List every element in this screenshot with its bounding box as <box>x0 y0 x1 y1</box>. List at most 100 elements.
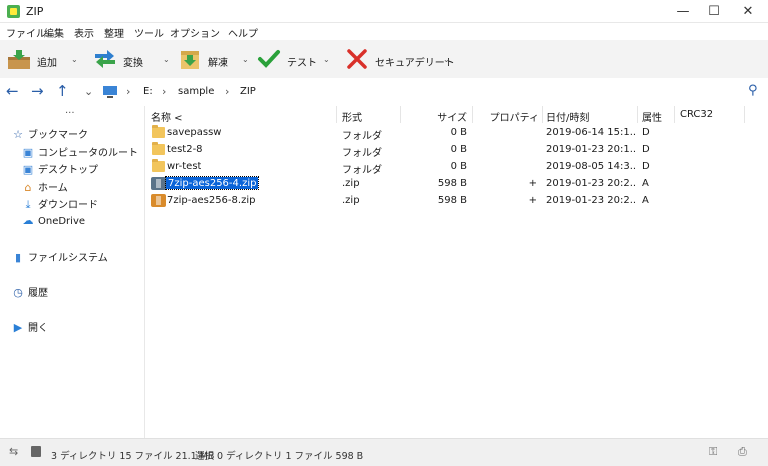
file-size: 0 B <box>450 161 467 172</box>
column-separator[interactable] <box>542 106 543 123</box>
extract-label: 解凍 <box>208 58 228 69</box>
add-archive-icon <box>8 50 30 69</box>
print-icon[interactable]: ⎙ <box>738 445 747 459</box>
sidebar-history-label: 履歴 <box>28 288 48 299</box>
file-date: 2019-08-05 14:3... <box>546 161 636 172</box>
search-icon[interactable]: ⚲ <box>748 83 758 98</box>
split-view-icon[interactable]: ⇆ <box>9 445 18 458</box>
file-type: .zip <box>342 178 360 189</box>
forward-arrow-icon[interactable]: → <box>31 82 44 100</box>
sidebar-filesystem[interactable]: ▮ ファイルシステム <box>12 249 108 265</box>
column-separator[interactable] <box>336 106 337 123</box>
app-icon <box>7 5 20 18</box>
maximize-button[interactable]: ☐ <box>697 0 731 23</box>
sidebar-item-computer-root[interactable]: ▣ コンピュータのルート <box>22 144 138 160</box>
sidebar-bookmarks[interactable]: ☆ ブックマーク <box>12 126 88 142</box>
sidebar-item-label: デスクトップ <box>38 165 98 176</box>
sidebar-bookmarks-label: ブックマーク <box>28 130 88 141</box>
column-separator[interactable] <box>744 106 745 123</box>
test-button[interactable]: テスト ⌄ <box>257 46 335 72</box>
file-date: 2019-01-23 20:2... <box>546 178 636 189</box>
status-selection: 選択 0 ディレクトリ 1 ファイル 598 B <box>195 451 364 462</box>
sidebar-more-icon[interactable]: ··· <box>65 108 75 124</box>
secure-delete-dropdown-icon[interactable]: ⌄ <box>443 55 450 64</box>
test-dropdown-icon[interactable]: ⌄ <box>323 55 330 64</box>
breadcrumb-zip[interactable]: ZIP <box>240 86 256 97</box>
sidebar-open[interactable]: ▶ 開く <box>12 319 48 335</box>
column-header-type[interactable]: 形式 <box>342 109 362 124</box>
breadcrumb-sample[interactable]: sample <box>178 86 214 97</box>
menu-help[interactable]: ヘルプ <box>228 25 258 40</box>
monitor-icon: ▣ <box>22 146 34 159</box>
table-row-selected[interactable]: 7zip-aes256-4.zip .zip 598 B + 2019-01-2… <box>145 175 768 192</box>
sidebar-item-label: ホーム <box>38 183 68 194</box>
file-type: フォルダ <box>342 165 382 176</box>
column-separator[interactable] <box>472 106 473 123</box>
play-icon: ▶ <box>13 321 23 334</box>
sidebar-item-label: コンピュータのルート <box>38 148 138 159</box>
sidebar: ··· ☆ ブックマーク ▣ コンピュータのルート ▣ デスクトップ ⌂ ホーム ⤓ ダウ… <box>0 106 145 438</box>
drive-icon: ▮ <box>14 251 22 264</box>
file-size: 598 B <box>437 178 467 189</box>
sidebar-item-desktop[interactable]: ▣ デスクトップ <box>22 161 98 177</box>
menu-options[interactable]: オプション <box>170 25 220 40</box>
test-label: テスト <box>287 58 317 69</box>
secure-delete-button[interactable]: セキュアデリート ⌄ <box>345 46 455 72</box>
menu-file[interactable]: ファイル <box>6 25 46 40</box>
file-name: 7zip-aes256-4.zip <box>164 176 260 190</box>
extract-button[interactable]: 解凍 ⌄ <box>178 46 253 72</box>
menu-bar: ファイル 編集 表示 整理 ツール オプション ヘルプ <box>0 23 768 40</box>
sidebar-history[interactable]: ◷ 履歴 <box>12 284 48 300</box>
sidebar-item-downloads[interactable]: ⤓ ダウンロード <box>22 196 98 212</box>
convert-button[interactable]: 変換 ⌄ <box>93 46 173 72</box>
up-arrow-icon[interactable]: ↑ <box>56 82 69 100</box>
column-header-property[interactable]: プロパティ <box>475 109 539 124</box>
breadcrumb-drive[interactable]: E: <box>143 86 153 97</box>
file-date: 2019-06-14 15:1... <box>546 127 636 138</box>
status-summary: 3 ディレクトリ 15 ファイル 21.1 MB <box>51 451 215 462</box>
breadcrumb-separator-icon[interactable]: › <box>126 85 130 98</box>
breadcrumb-separator-icon[interactable]: › <box>162 85 166 98</box>
column-header-size[interactable]: サイズ <box>405 109 467 124</box>
column-header-crc32[interactable]: CRC32 <box>680 109 713 120</box>
menu-view[interactable]: 表示 <box>74 25 94 40</box>
checkmark-icon <box>258 50 280 68</box>
column-header-name[interactable]: 名称 < <box>151 109 183 124</box>
file-property: + <box>528 195 537 206</box>
add-button[interactable]: 追加 ⌄ <box>7 46 82 72</box>
star-icon: ☆ <box>13 128 23 141</box>
menu-edit[interactable]: 編集 <box>44 25 64 40</box>
sidebar-open-label: 開く <box>28 323 48 334</box>
file-size: 0 B <box>450 127 467 138</box>
sidebar-item-onedrive[interactable]: ☁ OneDrive <box>22 214 86 230</box>
minimize-button[interactable]: — <box>666 0 700 23</box>
menu-organize[interactable]: 整理 <box>104 25 124 40</box>
history-dropdown-icon[interactable]: ⌄ <box>84 85 93 98</box>
close-button[interactable]: ✕ <box>728 0 768 23</box>
column-separator[interactable] <box>400 106 401 123</box>
column-separator[interactable] <box>674 106 675 123</box>
breadcrumb-separator-icon[interactable]: › <box>225 85 229 98</box>
title-bar: ZIP — ☐ ✕ <box>0 0 768 23</box>
sidebar-filesystem-label: ファイルシステム <box>28 253 108 264</box>
file-attributes: D <box>642 127 650 138</box>
zip-archive-icon <box>151 177 166 190</box>
extract-dropdown-icon[interactable]: ⌄ <box>242 55 249 64</box>
convert-dropdown-icon[interactable]: ⌄ <box>163 55 170 64</box>
table-row[interactable]: test2-8 フォルダ 0 B 2019-01-23 20:1... D <box>145 141 768 159</box>
column-header-attributes[interactable]: 属性 <box>642 109 662 124</box>
table-row[interactable]: wr-test フォルダ 0 B 2019-08-05 14:3... D <box>145 158 768 176</box>
column-header-date[interactable]: 日付/時刻 <box>546 109 589 124</box>
back-arrow-icon[interactable]: ← <box>6 82 19 100</box>
file-date: 2019-01-23 20:2... <box>546 195 636 206</box>
menu-tools[interactable]: ツール <box>134 25 164 40</box>
sidebar-item-home[interactable]: ⌂ ホーム <box>22 179 68 195</box>
lock-icon[interactable]: ⚿ <box>709 445 717 459</box>
computer-icon[interactable] <box>102 85 118 99</box>
column-separator[interactable] <box>637 106 638 123</box>
table-row[interactable]: savepassw フォルダ 0 B 2019-06-14 15:1... D <box>145 124 768 142</box>
table-row[interactable]: 7zip-aes256-8.zip .zip 598 B + 2019-01-2… <box>145 192 768 209</box>
delete-x-icon <box>347 49 367 69</box>
add-dropdown-icon[interactable]: ⌄ <box>71 55 78 64</box>
download-icon: ⤓ <box>25 198 31 211</box>
